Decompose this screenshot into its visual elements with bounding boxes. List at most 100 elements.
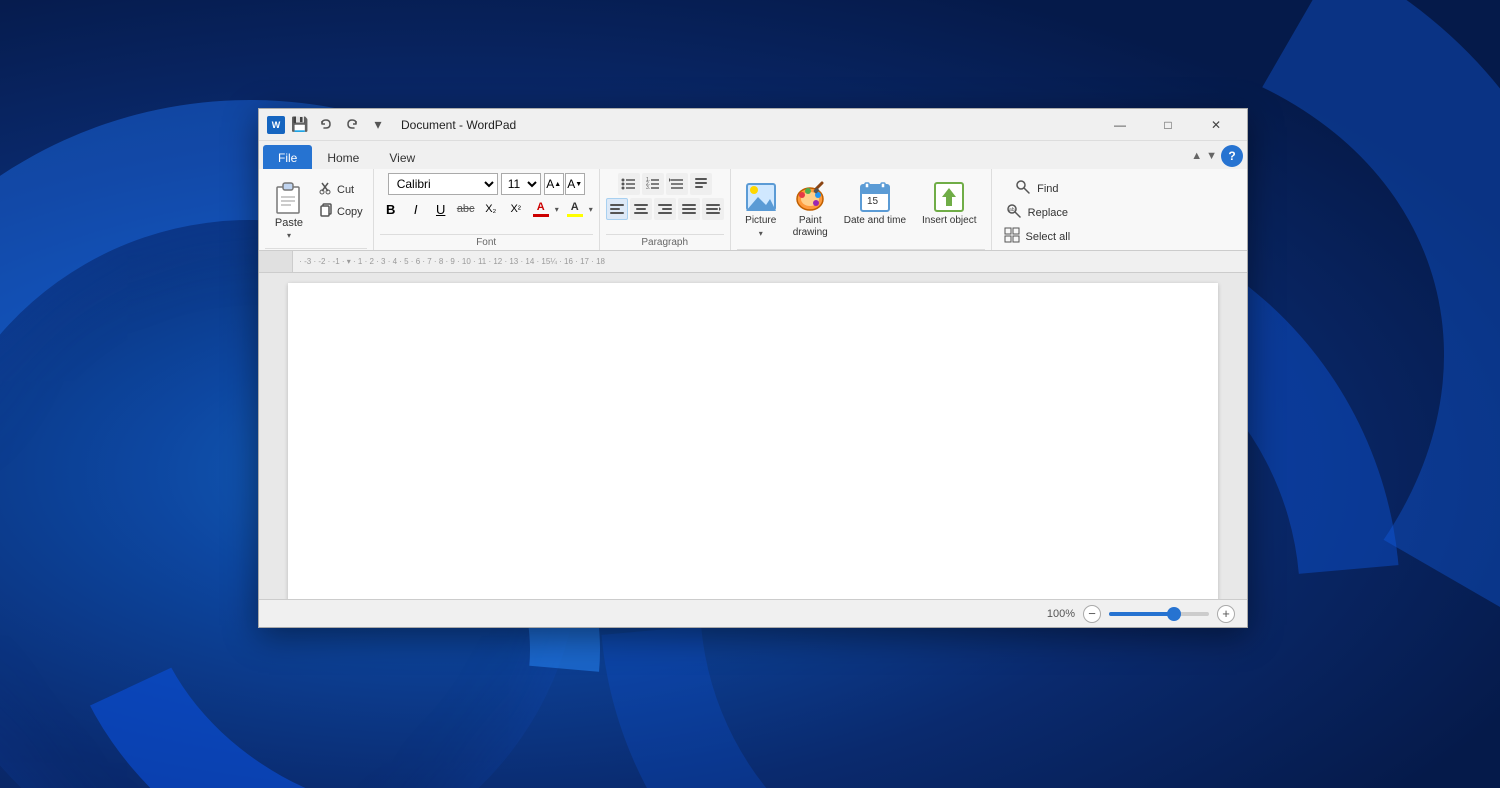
clipboard-group-content: Paste ▾ Cut Copy: [265, 173, 367, 246]
document-area[interactable]: [259, 273, 1247, 599]
zoom-in-button[interactable]: +: [1217, 605, 1235, 623]
minimize-button[interactable]: —: [1097, 109, 1143, 141]
highlight-dropdown[interactable]: ▾: [589, 205, 593, 214]
undo-button[interactable]: [315, 114, 337, 136]
underline-button[interactable]: U: [430, 198, 452, 220]
paste-icon: [273, 179, 305, 215]
zoom-track: [1109, 612, 1169, 616]
picture-icon: [745, 181, 777, 213]
font-increase-button[interactable]: A▲: [544, 173, 564, 195]
font-color-dropdown[interactable]: ▾: [555, 205, 559, 214]
justify-button[interactable]: [678, 198, 700, 220]
line-spacing-button[interactable]: [666, 173, 688, 195]
highlight-bar: [567, 214, 583, 217]
zoom-out-button[interactable]: −: [1083, 605, 1101, 623]
ribbon-help-area: ▲ ▼ ?: [1191, 145, 1243, 169]
font-label: Font: [380, 234, 593, 250]
editing-group: Find ab Replace Select all Editing: [992, 169, 1083, 250]
ribbon-collapse-up[interactable]: ▲: [1191, 150, 1202, 162]
font-size-select[interactable]: 11: [501, 173, 541, 195]
ribbon-tabs: File Home View ▲ ▼ ?: [259, 141, 1247, 169]
tab-view[interactable]: View: [374, 145, 430, 169]
align-right-button[interactable]: [654, 198, 676, 220]
highlight-letter: A: [571, 201, 579, 213]
superscript-button[interactable]: X²: [505, 198, 527, 220]
strikethrough-button[interactable]: abc: [455, 198, 477, 220]
paragraph-row1: 1.2.3.: [618, 173, 712, 195]
picture-label: Picture: [745, 215, 776, 227]
find-button[interactable]: Find: [1009, 177, 1064, 200]
paragraph-group: 1.2.3.: [600, 169, 731, 250]
tab-home[interactable]: Home: [312, 145, 374, 169]
find-icon: [1015, 179, 1031, 198]
window-controls: — □ ✕: [1097, 109, 1239, 141]
date-time-icon: 15: [859, 181, 891, 213]
titlebar: W 💾 ▾ Document - WordPad — □ ✕: [259, 109, 1247, 141]
font-group: Calibri 11 A▲ A▼ B I U abc: [374, 169, 600, 250]
date-time-button[interactable]: 15 Date and time: [838, 177, 912, 231]
cut-label: Cut: [337, 184, 354, 196]
insert-object-icon: [933, 181, 965, 213]
tab-file[interactable]: File: [263, 145, 312, 169]
svg-text:ab: ab: [1009, 207, 1015, 213]
replace-button[interactable]: ab Replace: [1000, 201, 1074, 224]
numbered-list-button[interactable]: 1.2.3.: [642, 173, 664, 195]
replace-label: Replace: [1028, 207, 1068, 219]
select-all-label: Select all: [1026, 231, 1071, 243]
font-name-select[interactable]: Calibri: [388, 173, 498, 195]
qat-dropdown-button[interactable]: ▾: [367, 114, 389, 136]
highlight-button[interactable]: A: [564, 198, 586, 220]
bold-button[interactable]: B: [380, 198, 402, 220]
copy-label: Copy: [337, 206, 363, 218]
paste-label: Paste: [275, 217, 303, 229]
statusbar: 100% − +: [259, 599, 1247, 627]
cut-button[interactable]: Cut: [315, 179, 367, 200]
align-left-button[interactable]: [606, 198, 628, 220]
insert-object-button[interactable]: Insert object: [916, 177, 982, 231]
picture-button[interactable]: Picture ▾: [739, 177, 783, 242]
wordpad-icon: W: [267, 116, 285, 134]
paragraph-row2: [606, 198, 724, 220]
replace-icon: ab: [1006, 203, 1022, 222]
zoom-thumb[interactable]: [1167, 607, 1181, 621]
paint-drawing-button[interactable]: Paintdrawing: [787, 177, 834, 243]
font-row2: B I U abc X₂ X² A ▾ A: [380, 198, 593, 220]
select-all-button[interactable]: Select all: [998, 225, 1077, 248]
copy-icon: [319, 203, 333, 220]
paste-button[interactable]: Paste ▾: [265, 175, 313, 244]
subscript-button[interactable]: X₂: [480, 198, 502, 220]
rtl-button[interactable]: [702, 198, 724, 220]
titlebar-left: W 💾 ▾ Document - WordPad: [267, 114, 1097, 136]
insert-group-content: Picture ▾: [737, 173, 985, 247]
font-row1: Calibri 11 A▲ A▼: [388, 173, 585, 195]
maximize-button[interactable]: □: [1145, 109, 1191, 141]
document-page[interactable]: [288, 283, 1218, 599]
find-label: Find: [1037, 183, 1058, 195]
clipboard-group: Paste ▾ Cut Copy: [259, 169, 374, 250]
svg-text:15: 15: [867, 196, 879, 207]
help-button[interactable]: ?: [1221, 145, 1243, 167]
italic-button[interactable]: I: [405, 198, 427, 220]
font-color-letter: A: [537, 201, 545, 213]
paragraph-settings-button[interactable]: [690, 173, 712, 195]
ruler-scale: · -3 · -2 · -1 · ▾ · 1 · 2 · 3 · 4 · 5 ·…: [293, 257, 1247, 266]
date-time-label: Date and time: [844, 215, 906, 227]
document-content[interactable]: [308, 303, 1198, 599]
copy-button[interactable]: Copy: [315, 201, 367, 222]
align-center-button[interactable]: [630, 198, 652, 220]
redo-button[interactable]: [341, 114, 363, 136]
save-button[interactable]: 💾: [289, 114, 311, 136]
wordpad-window: W 💾 ▾ Document - WordPad — □ ✕ File Home…: [258, 108, 1248, 628]
font-color-button[interactable]: A: [530, 198, 552, 220]
font-decrease-button[interactable]: A▼: [565, 173, 585, 195]
select-all-icon: [1004, 227, 1020, 246]
ruler: · -3 · -2 · -1 · ▾ · 1 · 2 · 3 · 4 · 5 ·…: [259, 251, 1247, 273]
clipboard-sub-buttons: Cut Copy: [315, 175, 367, 222]
paragraph-group-content: 1.2.3.: [606, 173, 724, 232]
ribbon-collapse-down[interactable]: ▼: [1206, 150, 1217, 162]
close-button[interactable]: ✕: [1193, 109, 1239, 141]
bullets-button[interactable]: [618, 173, 640, 195]
window-title: Document - WordPad: [401, 118, 516, 132]
zoom-slider[interactable]: [1109, 612, 1209, 616]
ribbon: Paste ▾ Cut Copy: [259, 169, 1247, 251]
